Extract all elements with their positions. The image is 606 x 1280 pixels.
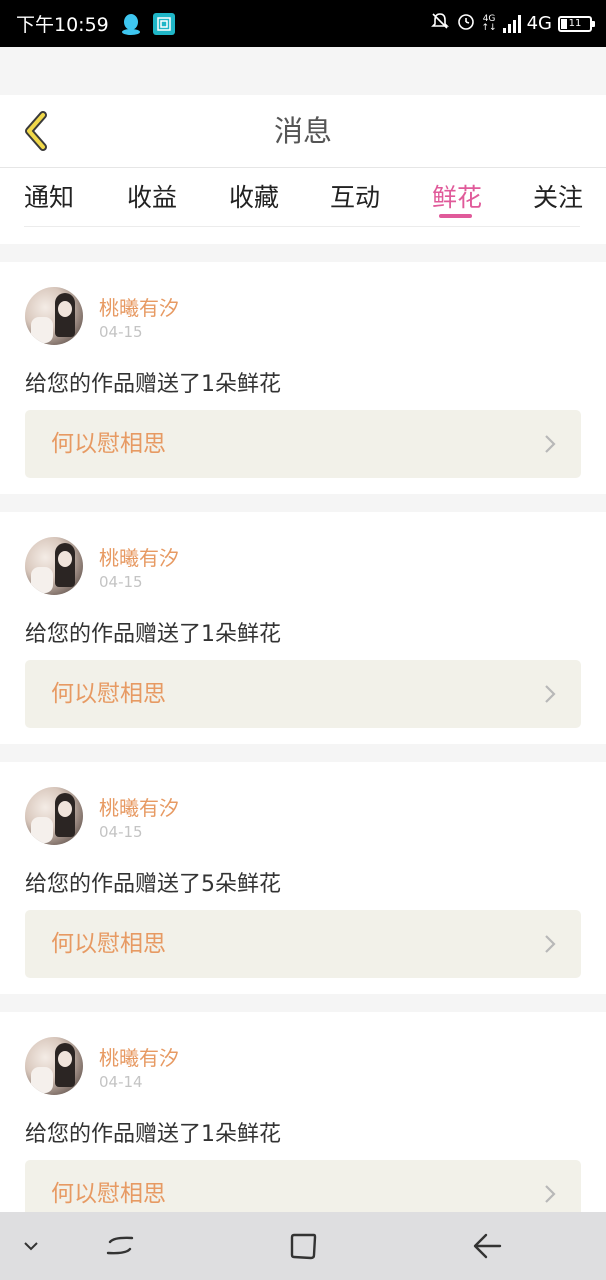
message-date: 04-15 [99,323,143,341]
avatar[interactable] [25,287,83,345]
chevron-right-icon [545,1185,556,1203]
avatar[interactable] [25,537,83,595]
avatar[interactable] [25,1037,83,1095]
chevron-right-icon [545,435,556,453]
tab-bar: 通知 收益 收藏 互动 鲜花 关注 [0,168,606,244]
recent-apps-button[interactable] [96,1212,144,1280]
tab-follows[interactable]: 关注 [533,178,583,214]
message-card: 桃曦有汐 04-15 给您的作品赠送了1朵鲜花 何以慰相思 [0,512,606,744]
alarm-icon [456,11,476,36]
work-title: 何以慰相思 [51,431,166,457]
chevron-right-icon [545,685,556,703]
tab-interactions[interactable]: 互动 [330,178,380,214]
system-nav-bar [0,1212,606,1280]
active-tab-indicator [439,214,472,218]
username[interactable]: 桃曦有汐 [99,792,179,821]
message-card: 桃曦有汐 04-14 给您的作品赠送了1朵鲜花 何以慰相思 [0,1012,606,1244]
scan-icon [152,12,175,35]
signal-icon [502,14,521,33]
tab-earnings[interactable]: 收益 [127,178,177,214]
work-title: 何以慰相思 [51,931,166,957]
home-button[interactable] [280,1212,326,1280]
work-title: 何以慰相思 [51,681,166,707]
tab-favorites[interactable]: 收藏 [229,178,279,214]
back-nav-button[interactable] [464,1212,510,1280]
tab-notifications[interactable]: 通知 [24,178,74,214]
recent-apps-icon [106,1236,134,1255]
status-bar: 下午10:59 4G ↑↓ 4G 11 [0,0,606,47]
home-icon [290,1233,317,1260]
message-date: 04-15 [99,573,143,591]
work-link[interactable]: 何以慰相思 [25,410,581,478]
username[interactable]: 桃曦有汐 [99,542,179,571]
message-card: 桃曦有汐 04-15 给您的作品赠送了1朵鲜花 何以慰相思 [0,262,606,494]
hide-nav-button[interactable] [14,1212,48,1280]
divider [24,226,580,227]
mute-icon [430,11,450,36]
network-small-4g: 4G ↑↓ [481,13,497,33]
message-card: 桃曦有汐 04-15 给您的作品赠送了5朵鲜花 何以慰相思 [0,762,606,994]
message-text: 给您的作品赠送了1朵鲜花 [25,372,281,397]
message-date: 04-15 [99,823,143,841]
username[interactable]: 桃曦有汐 [99,1042,179,1071]
header: 消息 [0,95,606,168]
page-title: 消息 [273,114,332,148]
username[interactable]: 桃曦有汐 [99,292,179,321]
qq-icon [119,12,143,36]
battery-icon: 11 [558,15,595,32]
message-text: 给您的作品赠送了1朵鲜花 [25,1122,281,1147]
message-text: 给您的作品赠送了5朵鲜花 [25,872,281,897]
status-time: 下午10:59 [16,14,109,36]
chevron-right-icon [545,935,556,953]
message-date: 04-14 [99,1073,143,1091]
chevron-down-icon [24,1242,38,1251]
work-link[interactable]: 何以慰相思 [25,910,581,978]
tab-flowers[interactable]: 鲜花 [432,178,482,214]
avatar[interactable] [25,787,83,845]
back-arrow-icon [473,1233,502,1259]
work-link[interactable]: 何以慰相思 [25,660,581,728]
network-type: 4G [526,13,552,34]
battery-level: 11 [568,18,582,29]
message-text: 给您的作品赠送了1朵鲜花 [25,622,281,647]
